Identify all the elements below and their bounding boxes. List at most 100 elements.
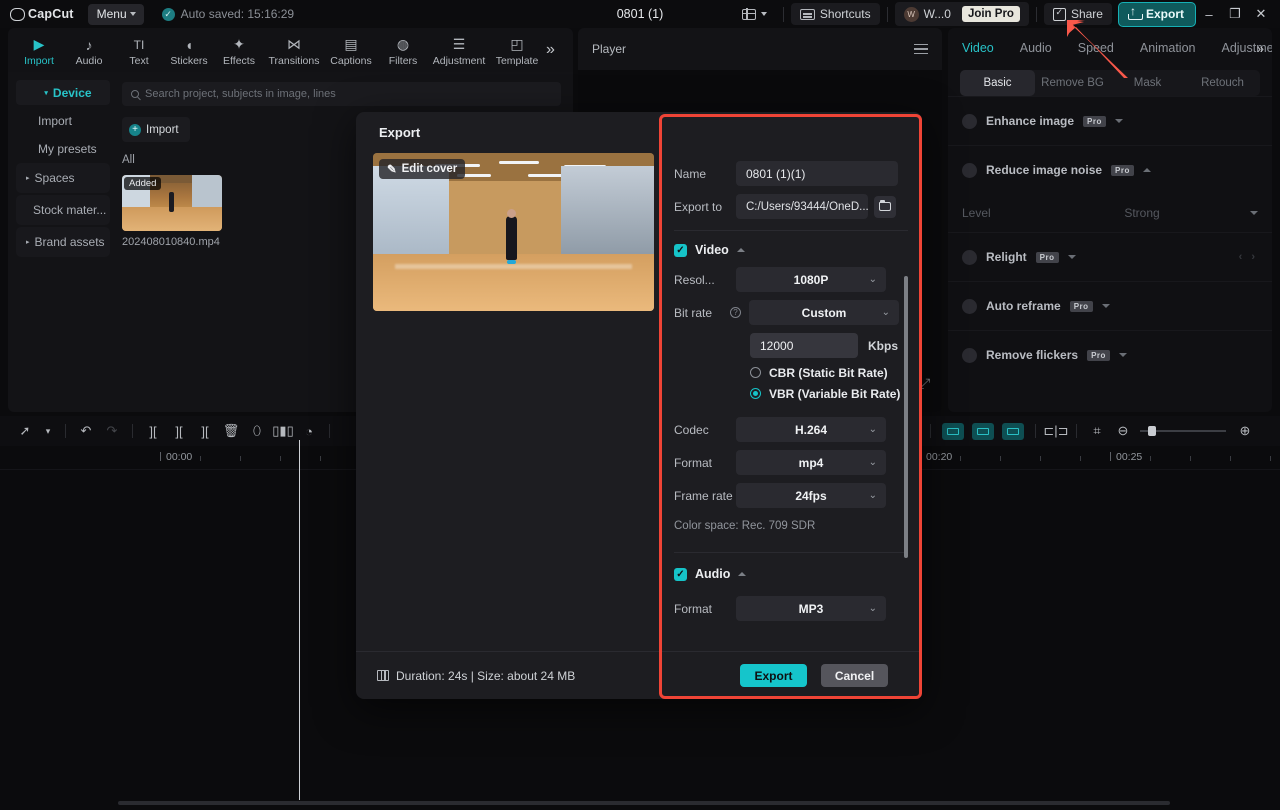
bitrate-number-input[interactable]: 12000	[750, 333, 858, 358]
level-value[interactable]: Strong	[1034, 206, 1250, 220]
tool-tab-stickers[interactable]: ◖ Stickers	[164, 33, 214, 68]
search-input[interactable]: Search project, subjects in image, lines	[145, 88, 336, 100]
video-section-header[interactable]: ✓ Video	[660, 231, 922, 263]
tool-tab-effects[interactable]: ✦ Effects	[214, 33, 264, 67]
account-button[interactable]: W W...0 Join Pro	[894, 2, 1029, 26]
resolution-select[interactable]: 1080P ⌄	[736, 267, 886, 292]
toggle-remove-flickers[interactable]	[962, 347, 977, 363]
media-item[interactable]: Added 202408010840.mp4	[122, 175, 222, 248]
tool-tab-text[interactable]: TI Text	[114, 33, 164, 68]
search-bar[interactable]: Search project, subjects in image, lines	[122, 82, 561, 106]
row-reduce-image-noise[interactable]: Reduce image noise Pro	[948, 145, 1272, 194]
tab-animation[interactable]: Animation	[1140, 41, 1196, 55]
format-select[interactable]: mp4 ⌄	[736, 450, 886, 475]
tool-tab-adjustment[interactable]: ☰ Adjustment	[428, 33, 490, 67]
split-clip-icon[interactable]: ⊏|⊐	[1043, 420, 1069, 442]
toggle-relight[interactable]	[962, 249, 977, 265]
export-path-input[interactable]: C:/Users/93444/OneD...	[736, 194, 869, 219]
tool-tab-captions[interactable]: ▤ Captions	[324, 33, 378, 67]
help-icon[interactable]: ?	[730, 307, 741, 318]
minimize-button[interactable]: –	[1196, 2, 1222, 26]
tab-adjustment[interactable]: Adjustment	[1221, 41, 1272, 55]
delete-icon[interactable]: 🗑	[218, 420, 244, 442]
chevron-up-icon[interactable]	[1142, 168, 1151, 172]
vbr-radio-row[interactable]: VBR (Variable Bit Rate)	[660, 383, 922, 404]
dialog-cancel-button[interactable]: Cancel	[821, 664, 888, 687]
codec-select[interactable]: H.264 ⌄	[736, 417, 886, 442]
dialog-export-button[interactable]: Export	[740, 664, 807, 687]
chevron-down-icon[interactable]	[1118, 353, 1127, 357]
undo-icon[interactable]: ↶	[73, 420, 99, 442]
sidebar-item-spaces[interactable]: ▸ Spaces	[16, 163, 110, 193]
tool-tab-filters[interactable]: ◍ Filters	[378, 33, 428, 67]
zoom-out-icon[interactable]: ⊖	[1110, 420, 1136, 442]
chevron-down-icon[interactable]	[1067, 255, 1076, 259]
sidebar-item-device[interactable]: ▾ Device	[16, 80, 110, 105]
import-media-button[interactable]: + Import	[122, 117, 190, 142]
player-menu-icon[interactable]	[914, 43, 928, 55]
zoom-knob[interactable]	[1148, 426, 1156, 436]
freeze-frame-icon[interactable]: ▯▮▯	[270, 420, 296, 442]
add-out-icon[interactable]	[1002, 422, 1024, 440]
trim-left-icon[interactable]: ][	[166, 420, 192, 442]
keyframe-icon[interactable]	[972, 422, 994, 440]
sidebar-item-import[interactable]: Import	[16, 107, 110, 135]
vbr-radio[interactable]	[750, 388, 761, 399]
bitrate-select[interactable]: Custom ⌄	[749, 300, 899, 325]
name-input[interactable]: 0801 (1)(1)	[736, 161, 898, 186]
horizontal-scrollbar[interactable]	[118, 801, 1170, 805]
tool-tab-import[interactable]: ▶ Import	[14, 33, 64, 67]
row-auto-reframe[interactable]: Auto reframe Pro	[948, 281, 1272, 330]
maximize-button[interactable]: ❐	[1222, 2, 1248, 26]
menu-button[interactable]: Menu	[87, 3, 144, 25]
cbr-radio-row[interactable]: CBR (Static Bit Rate)	[660, 362, 922, 383]
more-tabs-icon[interactable]: »	[546, 41, 555, 59]
split-icon[interactable]: ][	[140, 420, 166, 442]
chevron-up-icon[interactable]	[736, 248, 745, 252]
chevron-down-icon[interactable]	[1250, 211, 1258, 215]
shortcuts-button[interactable]: Shortcuts	[790, 3, 880, 25]
tool-tab-template[interactable]: ◰ Template	[490, 33, 544, 67]
chevron-up-icon[interactable]	[738, 572, 747, 576]
zoom-in-icon[interactable]: ⊕	[1232, 420, 1258, 442]
chevron-down-icon[interactable]	[1114, 119, 1123, 123]
audio-format-select[interactable]: MP3 ⌄	[736, 596, 886, 621]
reverse-icon[interactable]: ◔	[296, 420, 322, 442]
chevron-down-icon[interactable]: ▾	[38, 420, 58, 442]
add-in-icon[interactable]	[942, 422, 964, 440]
sidebar-item-my-presets[interactable]: My presets	[16, 135, 110, 163]
video-checkbox[interactable]: ✓	[674, 243, 687, 257]
toggle-reduce-image-noise[interactable]	[962, 162, 977, 178]
redo-icon[interactable]: ↷	[99, 420, 125, 442]
row-relight[interactable]: Relight Pro ‹ ›	[948, 232, 1272, 281]
mark-icon[interactable]: ⬯	[244, 420, 270, 442]
zoom-slider[interactable]	[1140, 426, 1226, 436]
framerate-select[interactable]: 24fps ⌄	[736, 483, 886, 508]
tab-video[interactable]: Video	[962, 41, 994, 55]
sidebar-item-brand-assets[interactable]: ▸ Brand assets	[16, 227, 110, 257]
select-tool-icon[interactable]: ➚	[12, 420, 38, 442]
tool-tab-audio[interactable]: ♪ Audio	[64, 33, 114, 68]
row-noise-level[interactable]: Level Strong	[948, 194, 1272, 232]
audio-checkbox[interactable]: ✓	[674, 567, 687, 581]
sidebar-item-stock-materials[interactable]: Stock mater...	[16, 195, 110, 225]
segment-retouch[interactable]: Retouch	[1185, 70, 1260, 96]
chevron-down-icon[interactable]	[1101, 304, 1110, 308]
toggle-auto-reframe[interactable]	[962, 298, 977, 314]
layout-switch-button[interactable]	[733, 5, 776, 24]
measure-icon[interactable]: ⌗	[1084, 420, 1110, 442]
row-enhance-image[interactable]: Enhance image Pro	[948, 96, 1272, 145]
close-button[interactable]: ✕	[1248, 2, 1274, 26]
zoom-track[interactable]	[1140, 426, 1226, 436]
toggle-enhance-image[interactable]	[962, 113, 977, 129]
cbr-radio[interactable]	[750, 367, 761, 378]
more-tabs-icon[interactable]: »	[1257, 41, 1264, 56]
browse-folder-button[interactable]	[874, 195, 896, 218]
tool-tab-transitions[interactable]: ⋈ Transitions	[264, 33, 324, 67]
prev-next-icon[interactable]: ‹ ›	[1239, 251, 1258, 263]
dialog-scrollbar[interactable]	[904, 276, 908, 558]
row-remove-flickers[interactable]: Remove flickers Pro	[948, 330, 1272, 379]
audio-section-header[interactable]: ✓ Audio	[660, 553, 922, 587]
trim-right-icon[interactable]: ][	[192, 420, 218, 442]
edit-cover-button[interactable]: ✎ Edit cover	[379, 159, 466, 179]
